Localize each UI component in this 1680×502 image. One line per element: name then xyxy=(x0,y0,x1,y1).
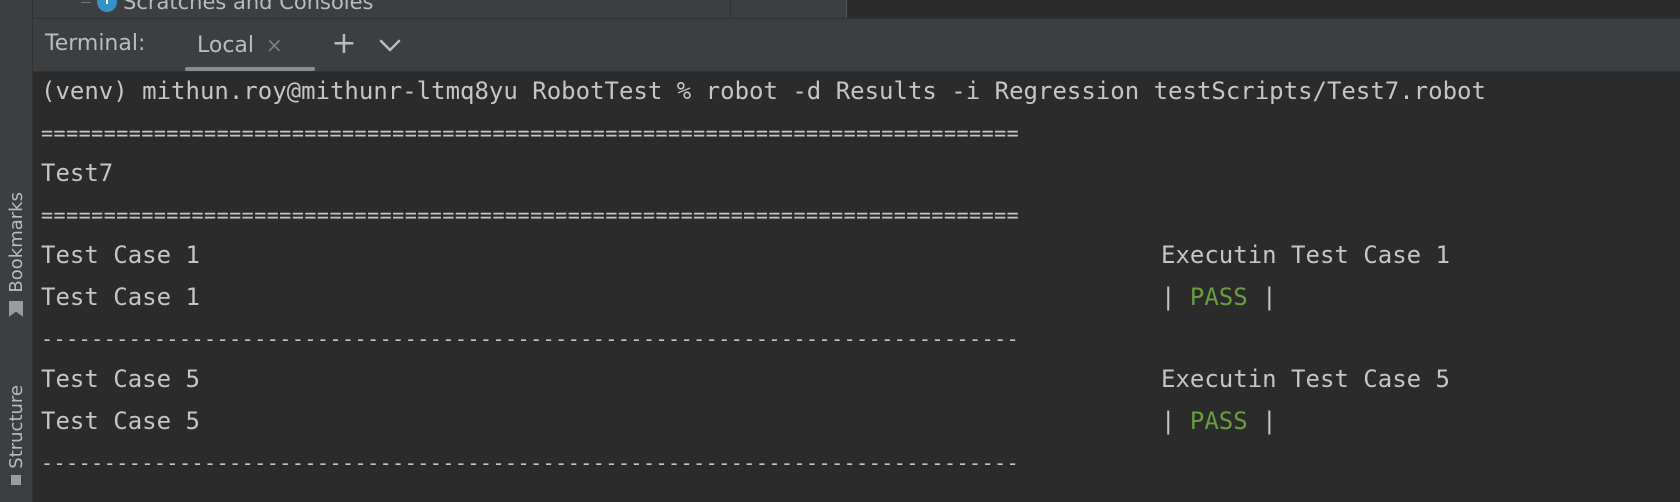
test-log: Executin Test Case 1 xyxy=(1161,241,1450,269)
tree-item-scratches[interactable]: Scratches and Consoles xyxy=(81,0,374,14)
editor-area-remnant xyxy=(847,0,1680,18)
bookmarks-tool-button[interactable]: Bookmarks xyxy=(0,192,32,352)
suite-name: Test7 xyxy=(41,159,114,187)
tab-local[interactable]: Local × xyxy=(185,19,315,71)
bookmarks-label: Bookmarks xyxy=(5,192,27,293)
scratches-clock-icon xyxy=(97,0,117,12)
separator-single: ----------------------------------------… xyxy=(41,451,1020,475)
terminal-title: Terminal: xyxy=(45,31,146,56)
tab-label: Local xyxy=(197,32,255,58)
terminal-output[interactable]: (venv) mithun.roy@mithunr-ltmq8yu RobotT… xyxy=(33,72,1680,502)
separator-single: ----------------------------------------… xyxy=(41,327,1020,351)
bookmark-icon xyxy=(9,300,23,317)
structure-tool-button[interactable]: Structure xyxy=(0,385,32,502)
separator-double: ========================================… xyxy=(41,121,1020,145)
status-badge: PASS xyxy=(1189,283,1248,311)
structure-label: Structure xyxy=(5,385,27,469)
tree-item-label: Scratches and Consoles xyxy=(123,0,374,14)
chevron-down-icon[interactable] xyxy=(375,30,405,60)
separator-double: ========================================… xyxy=(41,203,1020,227)
project-tree-panel: Scratches and Consoles xyxy=(33,0,730,18)
structure-icon xyxy=(11,474,21,485)
status-prefix: | xyxy=(1161,283,1190,311)
test-name: Test Case 1 xyxy=(41,283,200,311)
left-tool-strip: Bookmarks Structure xyxy=(0,0,33,502)
add-icon[interactable]: + xyxy=(329,27,359,61)
prompt-line: (venv) mithun.roy@mithunr-ltmq8yu RobotT… xyxy=(41,77,1486,105)
project-tree-remnant: Scratches and Consoles xyxy=(33,0,1680,18)
tree-connector xyxy=(81,1,91,3)
status-prefix: | xyxy=(1161,407,1190,435)
active-tab-indicator xyxy=(185,67,315,71)
test-log: Executin Test Case 5 xyxy=(1161,365,1450,393)
ide-window: Bookmarks Structure Scratches and Consol… xyxy=(0,0,1680,502)
test-status-line: | PASS | xyxy=(1161,282,1277,312)
test-name: Test Case 1 xyxy=(41,241,200,269)
test-name: Test Case 5 xyxy=(41,365,200,393)
test-status-line: | PASS | xyxy=(1161,406,1277,436)
test-name: Test Case 5 xyxy=(41,407,200,435)
terminal-header: Terminal: Local × + xyxy=(33,18,1680,72)
status-badge: PASS xyxy=(1189,407,1248,435)
status-suffix: | xyxy=(1247,407,1277,435)
status-suffix: | xyxy=(1247,283,1277,311)
close-icon[interactable]: × xyxy=(266,33,283,57)
